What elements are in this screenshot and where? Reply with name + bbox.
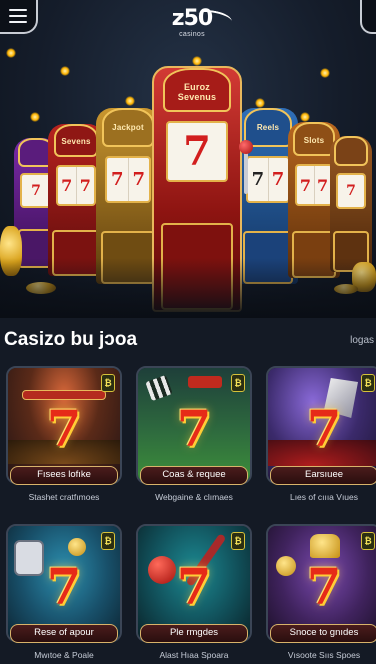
section-title: Casizo bu jɔoa <box>4 329 138 350</box>
coin-badge-icon: ₿ <box>231 532 245 550</box>
game-title: Ple rmgdes <box>140 624 248 643</box>
section-see-all-link[interactable]: logas <box>350 335 374 346</box>
coin-badge-icon: ₿ <box>361 532 375 550</box>
hamburger-line <box>9 21 27 23</box>
game-subtitle: Webgaine & clımaes <box>155 492 233 502</box>
game-grid: ₿ 7 Fısees lofıke Stashet cratfımoes ₿ 7… <box>0 360 376 664</box>
lucky-seven-symbol: 7 <box>176 399 212 458</box>
game-subtitle: Stashet cratfımoes <box>28 492 100 502</box>
hero-banner: 7 Sevens 77 Jackpot 77 Reels 77 Slots 77 <box>0 0 376 318</box>
section-header: Casizo bu jɔoa logas <box>0 318 376 360</box>
game-title: Coas & requee <box>140 466 248 485</box>
hamburger-menu-icon <box>9 9 27 11</box>
profile-tab-button[interactable] <box>360 0 376 34</box>
brand-logo[interactable]: z50 casinos <box>162 8 234 38</box>
game-subtitle: Vısoote Sııs Spoes <box>287 650 361 660</box>
hamburger-line <box>9 15 27 17</box>
lucky-seven-symbol: 7 <box>46 399 82 458</box>
coin-badge-icon: ₿ <box>101 532 115 550</box>
reel-symbol: 7 <box>132 168 146 190</box>
machine-sign: Jackpot <box>112 123 144 133</box>
featured-machine-sign: Euroz Sevenus <box>177 81 217 102</box>
game-title: Snoce to gnıdes <box>270 624 376 643</box>
reel-symbol: 7 <box>317 175 329 195</box>
lucky-seven-symbol: 7 <box>176 557 212 616</box>
slot-lever <box>239 140 253 194</box>
machine-sign: Sevens <box>61 137 91 147</box>
lucky-seven-symbol: 7 <box>306 399 342 458</box>
logo-subtitle: casinos <box>179 31 205 38</box>
reel-symbol: 7 <box>58 167 77 205</box>
reel-symbol: 7 <box>271 168 285 190</box>
lucky-seven-symbol: 7 <box>46 557 82 616</box>
reel-symbol: 7 <box>183 127 211 175</box>
machine-sign: Reels <box>256 123 280 133</box>
machine-sign: Slots <box>303 135 325 145</box>
lucky-seven-symbol: 7 <box>306 557 342 616</box>
game-title: Rese of apour <box>10 624 118 643</box>
game-title: Earsıuee <box>270 466 376 485</box>
menu-button[interactable] <box>0 0 38 34</box>
reel-symbol: 7 <box>248 157 269 202</box>
game-subtitle: Lıes of cıııa Vıues <box>289 492 359 502</box>
reel-symbol: 7 <box>31 182 41 199</box>
reel-symbol: 7 <box>346 183 356 200</box>
reel-symbol: 7 <box>297 166 315 205</box>
game-subtitle: Alast Hıaa Spoara <box>159 650 229 660</box>
coin-badge-icon: ₿ <box>101 374 115 392</box>
reel-symbol: 7 <box>107 157 129 202</box>
coin-badge-icon: ₿ <box>361 374 375 392</box>
hero-floor <box>0 258 376 318</box>
reel-symbol: 7 <box>79 176 91 196</box>
game-title: Fısees lofıke <box>10 466 118 485</box>
coin-badge-icon: ₿ <box>231 374 245 392</box>
game-subtitle: Mwıtoe & Poale <box>34 650 94 660</box>
slot-machine: 7 <box>330 136 372 272</box>
